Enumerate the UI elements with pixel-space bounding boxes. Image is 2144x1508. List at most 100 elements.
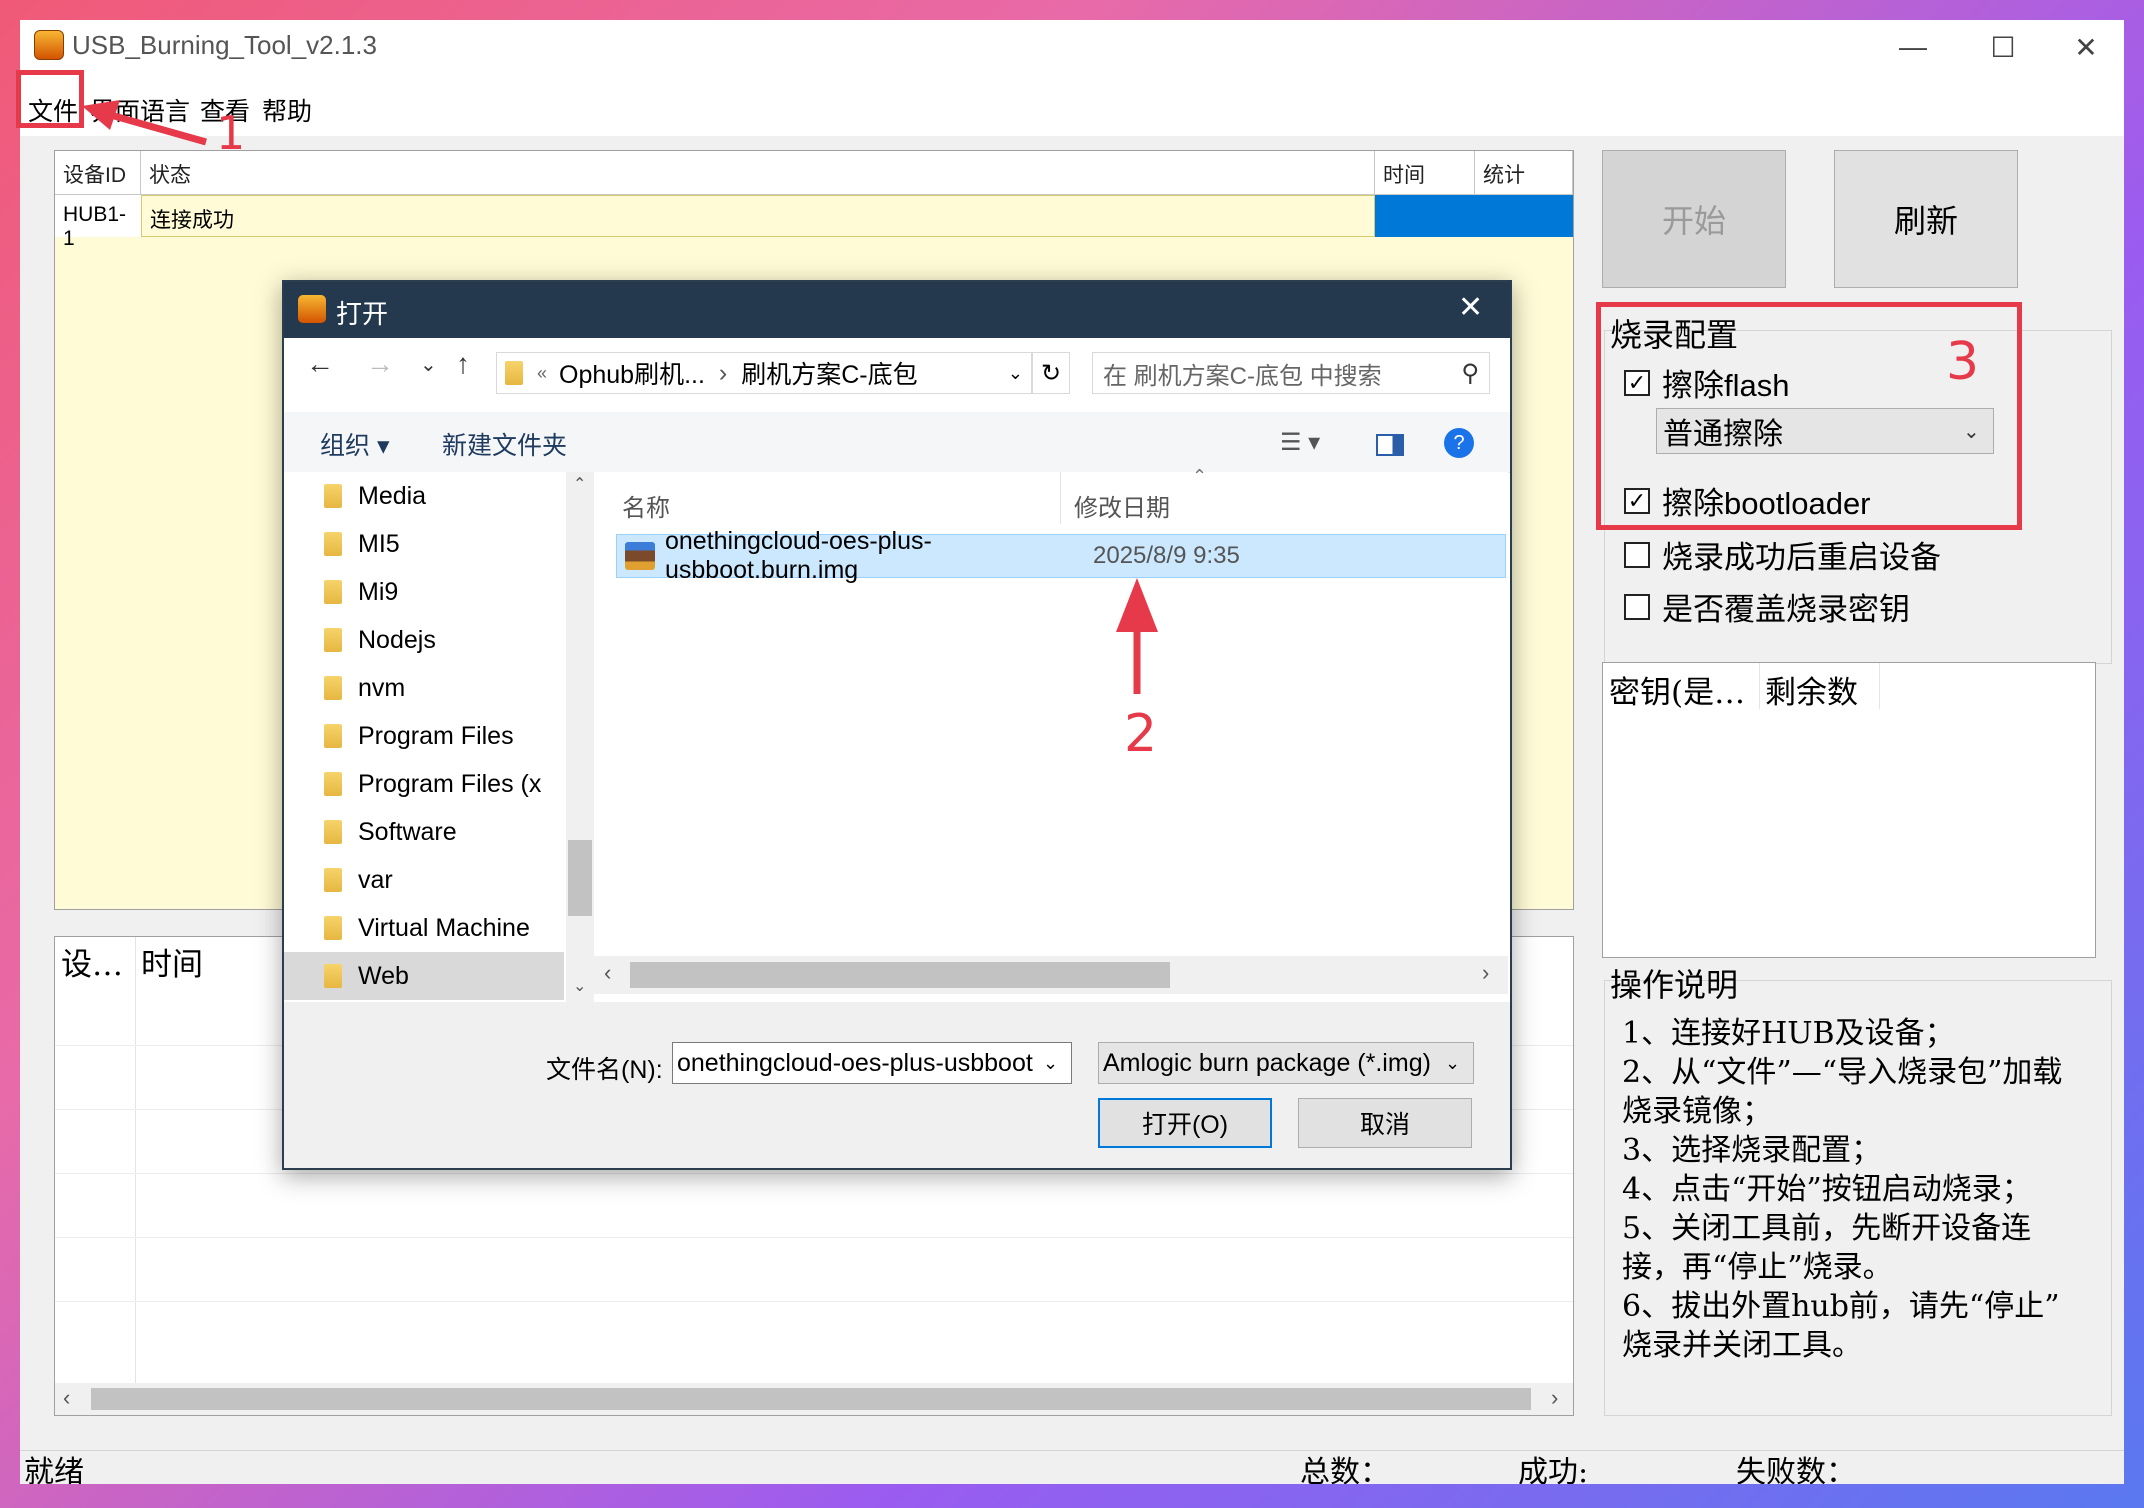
key-table: 密钥(是… 剩余数: [1602, 662, 2096, 958]
col-status[interactable]: 状态: [141, 151, 1375, 195]
instruction-line: 烧录并关闭工具。: [1622, 1328, 1862, 1363]
sidebar-item-mi5[interactable]: MI5: [324, 520, 400, 568]
refresh-button[interactable]: 刷新: [1834, 150, 2018, 288]
scroll-thumb[interactable]: [568, 840, 592, 916]
sidebar-item-mi9[interactable]: Mi9: [324, 568, 398, 616]
status-total: 总数：: [1300, 1455, 1390, 1484]
new-folder-button[interactable]: 新建文件夹: [442, 426, 567, 462]
start-button[interactable]: 开始: [1602, 150, 1786, 288]
chevron-down-icon[interactable]: ⌄: [1445, 1053, 1473, 1074]
sidebar-item-program-files-x86[interactable]: Program Files (x: [324, 760, 574, 808]
sidebar-item-label: Program Files: [358, 721, 514, 750]
maximize-button[interactable]: ☐: [1958, 20, 2048, 74]
sidebar-item-label: nvm: [358, 673, 406, 702]
cancel-button[interactable]: 取消: [1298, 1098, 1472, 1148]
col-divider: [135, 937, 136, 1415]
nav-pane: Media MI5 Mi9 Nodejs nvm Program Files P…: [284, 472, 594, 1002]
open-button[interactable]: 打开(O): [1098, 1098, 1272, 1148]
sidebar-item-software[interactable]: Software: [324, 808, 457, 856]
log-col-device[interactable]: 设…: [61, 939, 123, 984]
help-icon[interactable]: ?: [1444, 428, 1474, 458]
breadcrumb-item[interactable]: 刷机方案C-底包: [741, 355, 917, 391]
chevron-down-icon[interactable]: ⌄: [573, 976, 586, 996]
menu-bar: 文件 界面语言 查看 帮助: [20, 74, 2124, 136]
reboot-after-label: 烧录成功后重启设备: [1662, 540, 1941, 576]
refresh-icon[interactable]: ↻: [1032, 352, 1070, 394]
chevron-down-icon[interactable]: ⌄: [1008, 363, 1023, 384]
scroll-left-icon[interactable]: ‹: [63, 1385, 70, 1411]
sidebar-item-label: Media: [358, 481, 427, 510]
col-modified[interactable]: 修改日期: [1074, 488, 1170, 523]
instruction-line: 烧录镜像；: [1622, 1094, 1772, 1129]
scroll-right-icon[interactable]: ›: [1482, 960, 1489, 986]
back-icon[interactable]: ←: [306, 348, 334, 380]
chevron-right-icon: ›: [718, 358, 728, 387]
file-row[interactable]: onethingcloud-oes-plus-usbboot.burn.img …: [616, 527, 1506, 584]
instructions-text: 1、连接好HUB及设备； 2、从“文件”—“导入烧录包”加载 烧录镜像； 3、选…: [1622, 1014, 2102, 1365]
sidebar-item-program-files[interactable]: Program Files: [324, 712, 514, 760]
dialog-close-icon[interactable]: ✕: [1458, 290, 1483, 325]
forward-icon[interactable]: →: [366, 348, 394, 380]
overwrite-key-checkbox[interactable]: 是否覆盖烧录密钥: [1624, 584, 1910, 629]
sidebar-item-var[interactable]: var: [324, 856, 393, 904]
reboot-after-checkbox[interactable]: 烧录成功后重启设备: [1624, 532, 1941, 577]
search-placeholder: 在 刷机方案C-底包 中搜索: [1103, 362, 1382, 390]
scroll-right-icon[interactable]: ›: [1551, 1385, 1558, 1411]
minimize-button[interactable]: —: [1868, 20, 1958, 74]
file-name: onethingcloud-oes-plus-usbboot.burn.img: [665, 527, 932, 584]
key-col-key[interactable]: 密钥(是…: [1609, 667, 1745, 712]
annotation-box-1: [16, 70, 84, 128]
annotation-arrow-2: [1116, 578, 1158, 694]
device-status-cell[interactable]: 连接成功: [141, 195, 1375, 237]
filetype-select[interactable]: Amlogic burn package (*.img) ⌄: [1098, 1042, 1474, 1084]
archive-file-icon: [625, 542, 655, 570]
file-hscrollbar[interactable]: ‹ ›: [594, 956, 1508, 994]
sidebar-item-nvm[interactable]: nvm: [324, 664, 405, 712]
log-col-time[interactable]: 时间: [141, 939, 203, 984]
sort-up-icon: ⌃: [1192, 466, 1208, 486]
device-id-cell[interactable]: HUB1-1: [55, 195, 141, 250]
sidebar-item-label: Nodejs: [358, 625, 436, 654]
scroll-thumb[interactable]: [630, 962, 1170, 988]
checkbox-icon[interactable]: [1624, 593, 1650, 620]
breadcrumb-item[interactable]: Ophub刷机...: [559, 355, 705, 391]
col-device-id[interactable]: 设备ID: [55, 151, 141, 195]
preview-pane-icon[interactable]: [1376, 434, 1404, 456]
dialog-title-bar: 打开 ✕: [284, 282, 1510, 338]
sidebar-item-virtual-machine[interactable]: Virtual Machine: [324, 904, 530, 952]
chevron-up-icon[interactable]: ⌃: [573, 474, 586, 494]
folder-icon: [324, 580, 342, 604]
status-ready: 就绪: [24, 1455, 84, 1484]
menu-help[interactable]: 帮助: [262, 92, 312, 128]
sidebar-item-nodejs[interactable]: Nodejs: [324, 616, 436, 664]
instruction-line: 2、从“文件”—“导入烧录包”加载: [1622, 1055, 2063, 1090]
col-divider: [1759, 663, 1760, 709]
chevron-down-icon[interactable]: ⌄: [1043, 1053, 1071, 1074]
sidebar-item-media[interactable]: Media: [324, 472, 426, 520]
folder-icon: [505, 361, 523, 385]
log-hscrollbar[interactable]: ‹ ›: [55, 1383, 1573, 1415]
key-col-remaining[interactable]: 剩余数: [1765, 667, 1858, 712]
address-bar[interactable]: « Ophub刷机... › 刷机方案C-底包 ⌄: [496, 352, 1032, 394]
search-input[interactable]: 在 刷机方案C-底包 中搜索 ⚲: [1092, 352, 1490, 394]
view-options-icon[interactable]: ☰ ▾: [1280, 428, 1320, 457]
recent-chevron-icon[interactable]: ⌄: [420, 352, 437, 377]
filetype-value: Amlogic burn package (*.img): [1103, 1048, 1431, 1077]
scroll-thumb[interactable]: [91, 1388, 1531, 1410]
close-button[interactable]: ✕: [2048, 20, 2124, 74]
col-stats[interactable]: 统计: [1475, 151, 1573, 195]
sidebar-item-web[interactable]: Web: [324, 952, 409, 1000]
organize-button[interactable]: 组织 ▾: [320, 426, 390, 462]
filename-input[interactable]: onethingcloud-oes-plus-usbboot ⌄: [672, 1042, 1072, 1084]
nav-scrollbar[interactable]: ⌃ ⌄: [566, 472, 594, 1002]
up-icon[interactable]: ↑: [456, 348, 470, 380]
breadcrumb-overflow[interactable]: «: [537, 363, 547, 384]
scroll-left-icon[interactable]: ‹: [604, 960, 611, 986]
instruction-line: 4、点击“开始”按钮启动烧录；: [1622, 1172, 2032, 1207]
folder-icon: [324, 868, 342, 892]
annotation-number-1: 1: [216, 106, 246, 160]
col-time[interactable]: 时间: [1375, 151, 1475, 195]
checkbox-icon[interactable]: [1624, 541, 1650, 568]
col-name[interactable]: 名称: [622, 488, 670, 523]
file-date: 2025/8/9 9:35: [1093, 542, 1240, 569]
